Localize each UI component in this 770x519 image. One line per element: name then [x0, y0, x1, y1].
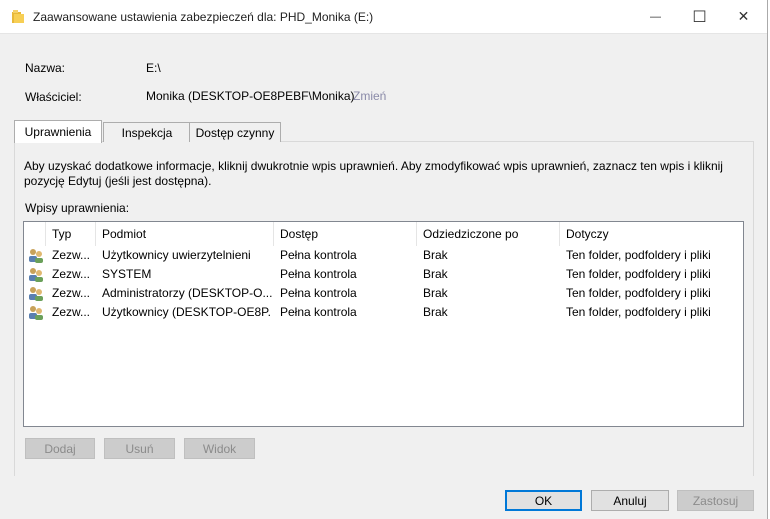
name-value: E:\: [146, 61, 161, 75]
cell-type: Zezw...: [52, 248, 91, 262]
column-header-principal[interactable]: Podmiot: [96, 222, 274, 246]
cell-access: Pełna kontrola: [280, 286, 357, 300]
minimize-icon: —: [650, 10, 661, 23]
title-bar[interactable]: Zaawansowane ustawienia zabezpieczeń dla…: [0, 0, 767, 34]
window-title: Zaawansowane ustawienia zabezpieczeń dla…: [33, 10, 374, 24]
cell-inherited: Brak: [423, 286, 448, 300]
cell-principal: SYSTEM: [102, 267, 152, 281]
tab-inspekcja[interactable]: Inspekcja: [103, 122, 191, 142]
folder-icon: [12, 10, 24, 23]
users-icon: [29, 268, 43, 282]
table-row[interactable]: Zezw... Administratorzy (DESKTOP-O... Pe…: [24, 284, 743, 303]
cell-applies: Ten folder, podfoldery i pliki: [566, 248, 711, 262]
cell-applies: Ten folder, podfoldery i pliki: [566, 286, 711, 300]
cell-type: Zezw...: [52, 305, 91, 319]
cell-inherited: Brak: [423, 305, 448, 319]
info-text: Aby uzyskać dodatkowe informacje, klikni…: [24, 159, 723, 188]
add-button[interactable]: Dodaj: [25, 438, 95, 459]
cell-type: Zezw...: [52, 286, 91, 300]
permission-entries-label: Wpisy uprawnienia:: [25, 201, 130, 215]
cell-access: Pełna kontrola: [280, 305, 357, 319]
table-row[interactable]: Zezw... Użytkownicy (DESKTOP-OE8P... Peł…: [24, 303, 743, 322]
minimize-button[interactable]: —: [633, 0, 678, 33]
list-header: Typ Podmiot Dostęp Odziedziczone po Doty…: [24, 222, 743, 246]
cancel-button[interactable]: Anuluj: [591, 490, 669, 511]
security-dialog: Zaawansowane ustawienia zabezpieczeń dla…: [0, 0, 768, 519]
cell-principal: Użytkownicy uwierzytelnieni: [102, 248, 251, 262]
cell-inherited: Brak: [423, 248, 448, 262]
close-button[interactable]: ✕: [721, 0, 766, 33]
tab-uprawnienia[interactable]: Uprawnienia: [14, 120, 102, 143]
owner-value: Monika (DESKTOP-OE8PEBF\Monika): [146, 89, 355, 103]
cell-applies: Ten folder, podfoldery i pliki: [566, 305, 711, 319]
column-header-applies[interactable]: Dotyczy: [560, 222, 743, 246]
table-row[interactable]: Zezw... Użytkownicy uwierzytelnieni Pełn…: [24, 246, 743, 265]
column-header-inherited[interactable]: Odziedziczone po: [417, 222, 560, 246]
table-row[interactable]: Zezw... SYSTEM Pełna kontrola Brak Ten f…: [24, 265, 743, 284]
cell-applies: Ten folder, podfoldery i pliki: [566, 267, 711, 281]
column-header-type[interactable]: Typ: [46, 222, 96, 246]
users-icon: [29, 249, 43, 263]
cell-access: Pełna kontrola: [280, 248, 357, 262]
tab-label: Dostęp czynny: [195, 125, 275, 140]
close-icon: ✕: [737, 8, 750, 24]
cell-type: Zezw...: [52, 267, 91, 281]
dialog-button-bar: OK Anuluj Zastosuj: [0, 476, 767, 519]
column-header-icon: [24, 222, 46, 246]
owner-label: Właściciel:: [25, 90, 82, 104]
tab-label: Uprawnienia: [24, 125, 92, 139]
view-button[interactable]: Widok: [184, 438, 255, 459]
apply-button[interactable]: Zastosuj: [677, 490, 754, 511]
permission-entries-list[interactable]: Typ Podmiot Dostęp Odziedziczone po Doty…: [23, 221, 744, 427]
cell-inherited: Brak: [423, 267, 448, 281]
users-icon: [29, 287, 43, 301]
maximize-button[interactable]: ☐: [677, 0, 722, 33]
change-owner-link[interactable]: Zmień: [353, 89, 386, 103]
maximize-icon: ☐: [692, 8, 707, 26]
users-icon: [29, 306, 43, 320]
ok-button[interactable]: OK: [505, 490, 582, 511]
name-label: Nazwa:: [25, 61, 66, 75]
cell-principal: Administratorzy (DESKTOP-O...: [102, 286, 272, 300]
tab-dostep-czynny[interactable]: Dostęp czynny: [189, 122, 281, 142]
cell-principal: Użytkownicy (DESKTOP-OE8P...: [102, 305, 272, 319]
tab-label: Inspekcja: [121, 125, 173, 140]
remove-button[interactable]: Usuń: [104, 438, 175, 459]
cell-access: Pełna kontrola: [280, 267, 357, 281]
column-header-access[interactable]: Dostęp: [274, 222, 417, 246]
